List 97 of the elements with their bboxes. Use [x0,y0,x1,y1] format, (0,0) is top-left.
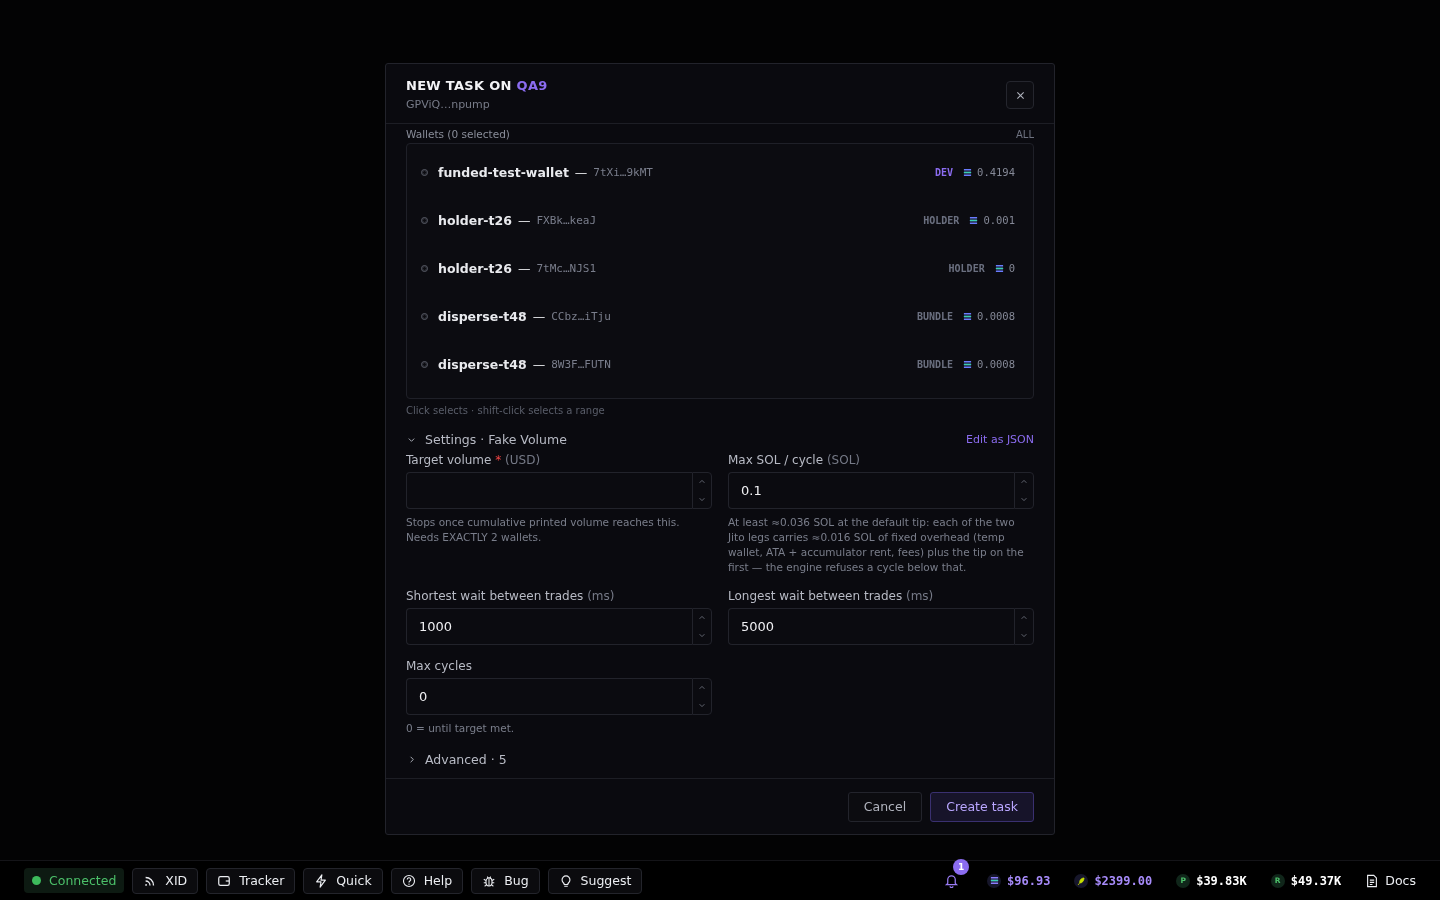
lightbulb-icon [558,873,573,888]
document-icon [1365,873,1380,888]
price-value: $2399.00 [1094,873,1153,888]
toolbar-button[interactable]: Tracker [206,867,296,894]
spin-down-icon[interactable] [1020,495,1028,504]
field-label: Max SOL / cycle (SOL) [728,453,861,467]
number-field[interactable]: 0 [406,678,692,715]
spin-down-icon[interactable] [1020,631,1028,640]
separator: — [517,260,531,276]
wallet-balance: 0.0008 [977,358,1015,370]
wallet-icon [217,873,232,888]
wallet-radio[interactable] [421,216,428,224]
separator: — [574,164,588,180]
stepper[interactable] [692,608,712,645]
wallet-balance: 0.4194 [977,166,1015,178]
price-value: $49.37K [1290,873,1342,888]
sol-icon [994,263,1004,273]
field-label: Shortest wait between trades (ms) [406,589,616,603]
settings-toggle[interactable]: Settings · Fake Volume [406,432,567,447]
dialog-title: NEW TASK ON QA9 [406,78,548,93]
wallet-address: FXBk…keaJ [536,213,597,227]
wallet-radio[interactable] [421,264,428,272]
wallet-balance: 0.0008 [977,310,1015,322]
spin-up-icon[interactable] [1020,477,1028,486]
wallet-address: 7tMc…NJS1 [536,261,597,275]
spin-down-icon[interactable] [698,495,706,504]
feather-icon [1074,873,1089,888]
number-field[interactable]: 5000 [728,608,1014,645]
close-button[interactable] [1006,81,1034,109]
field-label: Longest wait between trades (ms) [728,589,935,603]
wallet-name: holder-t26 [438,212,512,228]
sol-icon [969,215,979,225]
toolbar-button[interactable]: Help [390,867,464,894]
toolbar-button[interactable]: Bug [471,867,540,894]
wallet-radio[interactable] [421,312,428,320]
stepper[interactable] [692,472,712,509]
price-value: $96.93 [1007,873,1051,888]
toolbar-button[interactable]: Quick [303,867,383,894]
lightning-icon [314,873,329,888]
field-label: Max cycles [406,659,473,673]
separator: — [532,356,546,372]
field-hint: At least ≈0.036 SOL at the default tip: each of the two Jito legs carries ≈0.016 SOL of fixed overhead (temp wallet, ATA + accumulator rent, fees) plus the tip on the first — the engine refuses a cycle below that. [728,515,1025,575]
stepper[interactable] [1014,472,1034,509]
wallet-role: BUNDLE [916,310,954,322]
toolbar-button[interactable]: Suggest [547,867,643,894]
wallet-radio[interactable] [421,168,428,176]
wallet-role: BUNDLE [916,358,954,370]
token-address: GPViQ…npump [406,98,491,111]
wallet-balance: 0 [1008,262,1015,274]
wallet-name: holder-t26 [438,260,512,276]
wallet-name: disperse-t48 [438,308,527,324]
field-label: Target volume * (USD) [406,453,542,467]
spin-up-icon[interactable] [698,683,706,692]
number-field[interactable] [406,472,692,509]
wallet-role: DEV [935,166,954,178]
wallet-name: funded-test-wallet [438,164,569,180]
wallets-label: Wallets (0 selected) [406,128,510,140]
selection-hint: Click selects · shift-click selects a range [406,405,606,416]
wallet-role: HOLDER [948,262,985,274]
number-field[interactable]: 0.1 [728,472,1014,509]
number-field[interactable]: 1000 [406,608,692,645]
sol-icon [963,167,973,177]
help-icon [401,873,416,888]
spin-down-icon[interactable] [698,631,706,640]
stepper[interactable] [692,678,712,715]
notification-badge: 1 [953,858,969,875]
close-icon [1015,90,1025,100]
spin-up-icon[interactable] [698,477,706,486]
wallet-role: HOLDER [923,214,960,226]
stepper[interactable] [1014,608,1034,645]
create-button[interactable]: Create task [930,791,1034,822]
wallet-radio[interactable] [421,360,428,368]
wallet-address: CCbz…iTju [551,309,611,323]
wallet-balance: 0.001 [983,214,1015,226]
wallet-address: 8W3F…FUTN [551,357,611,371]
field-hint: Stops once cumulative printed volume reaches this. Needs EXACTLY 2 wallets. [406,515,681,545]
edit-json-link[interactable]: Edit as JSON [966,433,1034,446]
cancel-button[interactable]: Cancel [847,791,923,822]
sol-icon [963,359,973,369]
spin-up-icon[interactable] [1020,613,1028,622]
field-hint: 0 = until target met. [406,721,516,736]
spin-down-icon[interactable] [698,701,706,710]
wallet-address: 7tXi…9kMT [593,165,653,179]
separator: — [517,212,531,228]
connection-status: Connected [24,868,125,893]
advanced-toggle[interactable]: Advanced · 5 [406,752,507,767]
sol-coin-icon [987,873,1001,888]
select-all-link[interactable]: ALL [1016,128,1034,140]
spin-up-icon[interactable] [698,613,706,622]
sol-icon [963,311,973,321]
wallet-name: disperse-t48 [438,356,527,372]
toolbar-button[interactable]: XID [132,867,199,894]
bell-icon [943,873,959,888]
bug-icon [482,873,497,888]
price-value: $39.83K [1196,873,1247,888]
separator: — [532,308,546,324]
docs-link[interactable]: Docs [1365,873,1416,888]
